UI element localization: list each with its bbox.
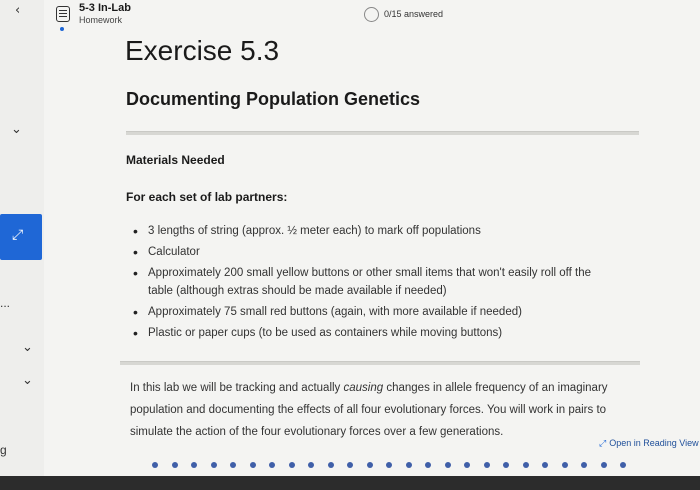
page-dot-icon[interactable] [600,462,607,468]
list-item: Plastic or paper cups (to be used as con… [130,324,610,342]
expand-icon: ⤢ [12,227,24,243]
open-reading-view-label: Open in Reading View [609,438,699,448]
page-dot-icon[interactable] [249,462,256,468]
external-expand-icon: ⤢ [599,439,607,449]
rail-more-dots: ... [0,296,11,310]
left-rail: ‹ ⌄ ⤢ ... ⌄ ⌄ g [0,0,44,490]
page-dot-icon[interactable] [230,462,236,468]
page-dot-icon[interactable] [269,462,275,468]
bottom-bar [0,476,700,490]
page-dot-icon[interactable] [171,462,178,468]
open-reading-view-link[interactable]: ⤢ Open in Reading View [599,438,699,449]
chevron-down-icon[interactable]: ⌄ [11,122,22,137]
assignment-type: Homework [79,15,123,25]
page-dot-icon[interactable] [503,462,509,468]
divider [120,361,640,365]
list-item: 3 lengths of string (approx. ½ meter eac… [130,222,610,240]
page-dot-icon[interactable] [561,462,568,468]
intro-text-start: In this lab we will be tracking and actu… [130,382,344,394]
expand-panel-button[interactable]: ⤢ [0,214,42,260]
chevron-down-icon[interactable]: ⌄ [22,340,33,355]
list-item: Calculator [130,243,610,261]
for-each-heading: For each set of lab partners: [126,190,288,204]
assignment-title[interactable]: 5-3 In-Lab [79,2,131,14]
page-dot-icon[interactable] [308,462,314,468]
list-item: Approximately 200 small yellow buttons o… [130,264,610,300]
page-dot-icon[interactable] [405,462,412,468]
page-dot-icon[interactable] [210,462,217,468]
materials-heading: Materials Needed [126,153,225,167]
page-dot-icon[interactable] [522,462,529,468]
intro-paragraph: In this lab we will be tracking and actu… [130,377,650,443]
page-dot-icon[interactable] [347,462,353,468]
page-dot-icon[interactable] [483,462,490,468]
document-icon [56,6,70,22]
list-item: Approximately 75 small red buttons (agai… [130,303,610,321]
page-dot-icon[interactable] [191,462,197,468]
page-title: Exercise 5.3 [125,35,280,66]
unread-dot-icon [60,27,64,31]
progress-ring-icon [364,7,379,22]
page-dot-icon[interactable] [444,462,451,468]
page-dot-icon[interactable] [425,462,431,468]
page: ‹ ⌄ ⤢ ... ⌄ ⌄ g 5-3 In-Lab Homework 0/15… [0,0,700,490]
page-dot-icon[interactable] [542,462,548,468]
divider [126,131,639,135]
page-dot-icon[interactable] [620,462,626,468]
page-dot-icon[interactable] [581,462,587,468]
page-dot-icon[interactable] [327,462,334,468]
back-chevron-icon[interactable]: ‹ [15,3,20,18]
page-dot-icon[interactable] [288,462,295,468]
progress-text: 0/15 answered [384,9,444,19]
page-navigation-dots [150,460,650,472]
intro-emphasis: causing [343,382,384,394]
page-subtitle: Documenting Population Genetics [126,89,421,109]
page-dot-icon[interactable] [386,462,392,468]
page-dot-icon[interactable] [366,462,373,468]
materials-list: 3 lengths of string (approx. ½ meter eac… [130,222,610,345]
rail-letter: g [0,443,7,457]
chevron-down-icon[interactable]: ⌄ [22,373,33,388]
page-dot-icon[interactable] [464,462,470,468]
page-dot-icon[interactable] [152,462,158,468]
